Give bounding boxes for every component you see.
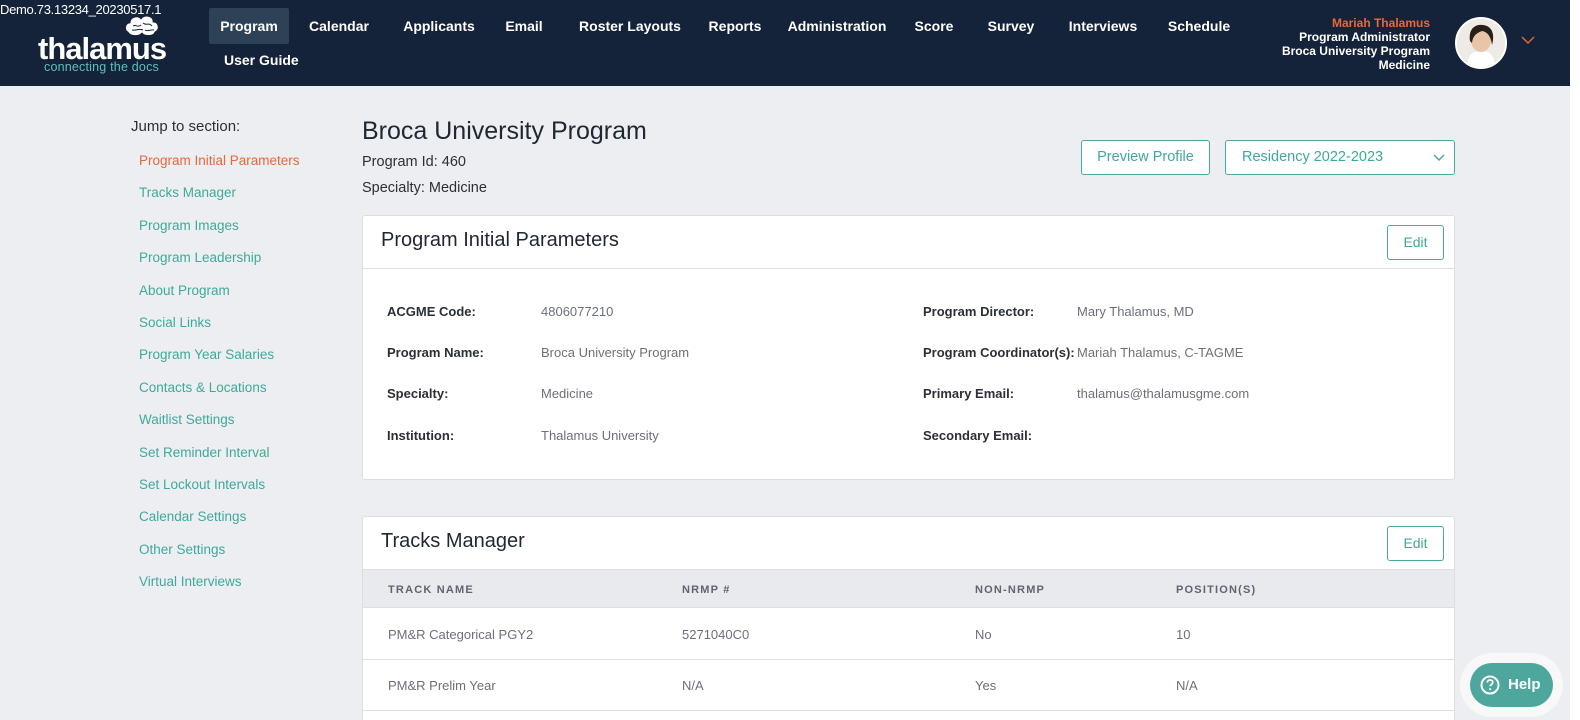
page-title: Broca University Program [362,117,647,145]
chevron-down-icon[interactable] [1519,34,1537,46]
param-label: Program Director: [923,304,1035,319]
nav-calendar[interactable]: Calendar [301,8,377,44]
sidebar-link-set-lockout-intervals[interactable]: Set Lockout Intervals [131,477,331,509]
program-initial-parameters-card: Program Initial Parameters Edit ACGME Co… [362,215,1455,480]
tracks-manager-card: Tracks Manager Edit TRACK NAME NRMP # NO… [362,516,1455,720]
preview-profile-button[interactable]: Preview Profile [1081,140,1210,175]
table-cell: No [975,627,992,642]
card-header: Tracks Manager Edit [363,517,1454,570]
nav-applicants[interactable]: Applicants [395,8,483,44]
user-specialty: Medicine [1378,58,1430,72]
param-value: Broca University Program [541,345,690,360]
program-specialty: Specialty: Medicine [362,180,487,196]
sidebar-title: Jump to section: [131,118,241,135]
sidebar-link-about-program[interactable]: About Program [131,283,331,315]
window-edge [1570,0,1580,720]
sidebar-link-waitlist-settings[interactable]: Waitlist Settings [131,412,331,444]
sidebar-link-other-settings[interactable]: Other Settings [131,542,331,574]
sidebar-link-set-reminder-interval[interactable]: Set Reminder Interval [131,445,331,477]
param-label: ACGME Code: [387,304,476,319]
section-sidebar: Jump to section: Program Initial Paramet… [131,118,331,606]
param-value: 4806077210 [541,304,614,319]
param-value: Medicine [541,386,594,401]
sidebar-link-tracks-manager[interactable]: Tracks Manager [131,185,331,217]
table-row: PM&R Prelim Year N/A Yes N/A [363,660,1454,711]
nav-roster-layouts[interactable]: Roster Layouts [572,8,688,44]
sidebar-link-program-initial-parameters[interactable]: Program Initial Parameters [131,153,331,185]
param-value: thalamus@thalamusgme.com [1077,386,1250,401]
param-value: Mary Thalamus, MD [1077,304,1194,319]
edit-tracks-button[interactable]: Edit [1387,526,1444,561]
table-cell: Yes [975,678,997,693]
param-value: Thalamus University [541,428,659,443]
table-row: PM&R Categorical PGY2 5271040C0 No 10 [363,609,1454,660]
table-cell: 10 [1176,627,1191,642]
season-select-value: Residency 2022-2023 [1242,149,1384,165]
sidebar-link-social-links[interactable]: Social Links [131,315,331,347]
nav-score[interactable]: Score [909,8,959,44]
nav-schedule[interactable]: Schedule [1162,8,1236,44]
param-label: Primary Email: [923,386,1015,401]
param-label: Institution: [387,428,455,443]
nav-survey[interactable]: Survey [981,8,1041,44]
sidebar-link-calendar-settings[interactable]: Calendar Settings [131,509,331,541]
column-header: TRACK NAME [388,584,474,596]
table-cell: PM&R Categorical PGY2 [388,627,534,642]
param-label: Specialty: [387,386,449,401]
user-program: Broca University Program [1281,44,1430,58]
user-role: Program Administrator [1299,30,1430,44]
question-circle-icon [1480,675,1500,695]
nav-interviews[interactable]: Interviews [1063,8,1143,44]
nav-program[interactable]: Program [209,8,289,44]
nav-administration[interactable]: Administration [784,8,890,44]
top-navigation-bar: Demo.73.13234_20230517.1 thalamus connec… [0,0,1580,86]
sidebar-link-virtual-interviews[interactable]: Virtual Interviews [131,574,331,606]
sidebar-link-program-leadership[interactable]: Program Leadership [131,250,331,282]
param-label: Program Coordinator(s): [923,345,1075,360]
card-title: Program Initial Parameters [381,229,619,251]
avatar[interactable] [1455,17,1507,69]
sidebar-link-program-images[interactable]: Program Images [131,218,331,250]
card-header: Program Initial Parameters Edit [363,216,1454,269]
param-value: Mariah Thalamus, C-TAGME [1077,345,1244,360]
season-select[interactable]: Residency 2022-2023 [1225,140,1455,175]
help-button[interactable]: Help [1470,663,1553,707]
param-label: Program Name: [387,345,484,360]
column-header: NON-NRMP [975,584,1046,596]
thalamus-logo[interactable]: thalamus connecting the docs [38,14,178,74]
edit-parameters-button[interactable]: Edit [1387,225,1444,260]
sidebar-link-program-year-salaries[interactable]: Program Year Salaries [131,347,331,379]
logo-tagline: connecting the docs [44,60,159,74]
table-cell: PM&R Prelim Year [388,678,496,693]
column-header: POSITION(S) [1176,584,1257,596]
table-cell: N/A [1176,678,1198,693]
table-cell: N/A [682,678,704,693]
param-label: Secondary Email: [923,428,1033,443]
column-header: NRMP # [682,584,731,596]
card-title: Tracks Manager [381,530,525,552]
user-name: Mariah Thalamus [1331,16,1430,30]
help-label: Help [1508,676,1541,693]
table-header: TRACK NAME NRMP # NON-NRMP POSITION(S) [363,570,1454,608]
user-info[interactable]: Mariah Thalamus Program Administrator Br… [1282,16,1430,72]
nav-user-guide[interactable]: User Guide [224,52,299,68]
program-id: Program Id: 460 [362,154,466,170]
nav-email[interactable]: Email [499,8,549,44]
sidebar-link-contacts-locations[interactable]: Contacts & Locations [131,380,331,412]
user-photo [1457,19,1505,67]
table-cell: 5271040C0 [682,627,750,642]
chevron-down-icon [1433,154,1445,161]
nav-reports[interactable]: Reports [703,8,767,44]
